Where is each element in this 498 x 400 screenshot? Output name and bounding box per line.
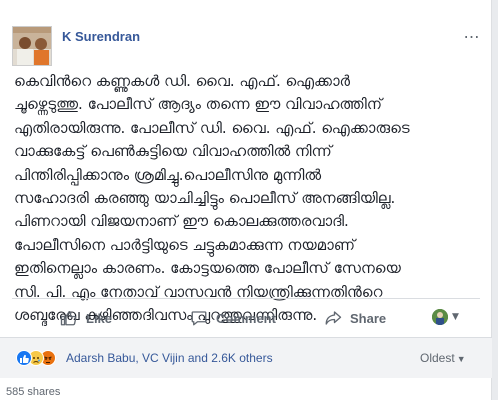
- reaction-names[interactable]: Adarsh Babu, VC Vijin and 2.6K others: [66, 351, 273, 365]
- comment-button[interactable]: Comment: [190, 300, 276, 336]
- post-card: K Surendran … കെവിൻറെ കണ്ണുകൾ ഡി. വൈ. എഫ…: [0, 0, 492, 400]
- post-text-line: പിന്തിരിപ്പിക്കാനും ശ്രമിച്ചു.പൊലീസിനു മ…: [14, 165, 322, 184]
- post-text-line: പോലീസിനെ പാർട്ടിയുടെ ചട്ടുകമാക്കുന്ന നയമ…: [14, 235, 355, 254]
- more-options-icon[interactable]: …: [462, 25, 482, 44]
- post-header: K Surendran …: [12, 25, 482, 66]
- comment-icon: [191, 311, 207, 326]
- viewer-selector[interactable]: ▼: [432, 309, 459, 325]
- shares-count[interactable]: 585 shares: [6, 386, 60, 398]
- post-text-line: എതിരായിരുന്നു. പോലീസ് ഡി. വൈ. എഫ്. ഐക്കാ…: [14, 118, 410, 137]
- viewer-avatar: [432, 309, 448, 325]
- comment-label: Comment: [216, 310, 276, 326]
- comment-sort-dropdown[interactable]: Oldest ▼: [420, 351, 466, 365]
- like-reaction-icon: [16, 350, 32, 366]
- post-text-line: ചൂഴ്ന്നെടുത്തു. പോലീസ് ആദ്യം തന്നെ ഈ വിവ…: [14, 95, 383, 114]
- share-label: Share: [350, 310, 387, 326]
- post-text: കെവിൻറെ കണ്ണുകൾ ഡി. വൈ. എഫ്. ഐക്കാർ ചൂഴ്ന…: [14, 70, 484, 327]
- reaction-icons[interactable]: [16, 350, 56, 366]
- share-arrow-icon: [325, 311, 342, 325]
- post-text-line: സഹോദരി കരഞ്ഞു യാചിച്ചിട്ടും പൊലീസ് അനങ്ങ…: [14, 189, 396, 208]
- post-text-line: വാക്കുകേട്ട് പെൺകുട്ടിയെ വിവാഹത്തിൽ നിന്…: [14, 142, 332, 161]
- reactions-bar: Adarsh Babu, VC Vijin and 2.6K others Ol…: [0, 338, 492, 378]
- avatar-photo-icon: [13, 27, 51, 65]
- like-label: Like: [86, 310, 113, 326]
- author-avatar[interactable]: [12, 26, 52, 66]
- sort-label: Oldest: [420, 351, 455, 365]
- chevron-down-icon: ▼: [452, 312, 459, 322]
- action-bar: Like Comment Share ▼: [12, 300, 480, 336]
- post-text-line: ഇതിനെല്ലാം കാരണം. കോട്ടയത്തെ പോലീസ് സേനയ…: [14, 259, 401, 278]
- chevron-down-icon: ▼: [456, 354, 466, 364]
- post-text-line: കെവിൻറെ കണ്ണുകൾ ഡി. വൈ. എഫ്. ഐക്കാർ: [14, 72, 351, 90]
- share-button[interactable]: Share: [324, 300, 386, 336]
- divider: [12, 298, 480, 299]
- viewer-avatar-icon: [432, 309, 448, 325]
- post-text-line: പിണറായി വിജയനാണ് ഈ കൊലക്കുത്തരവാദി.: [14, 212, 349, 231]
- thumbs-up-icon: [60, 310, 77, 326]
- like-button[interactable]: Like: [60, 300, 112, 336]
- author-name[interactable]: K Surendran: [62, 29, 140, 44]
